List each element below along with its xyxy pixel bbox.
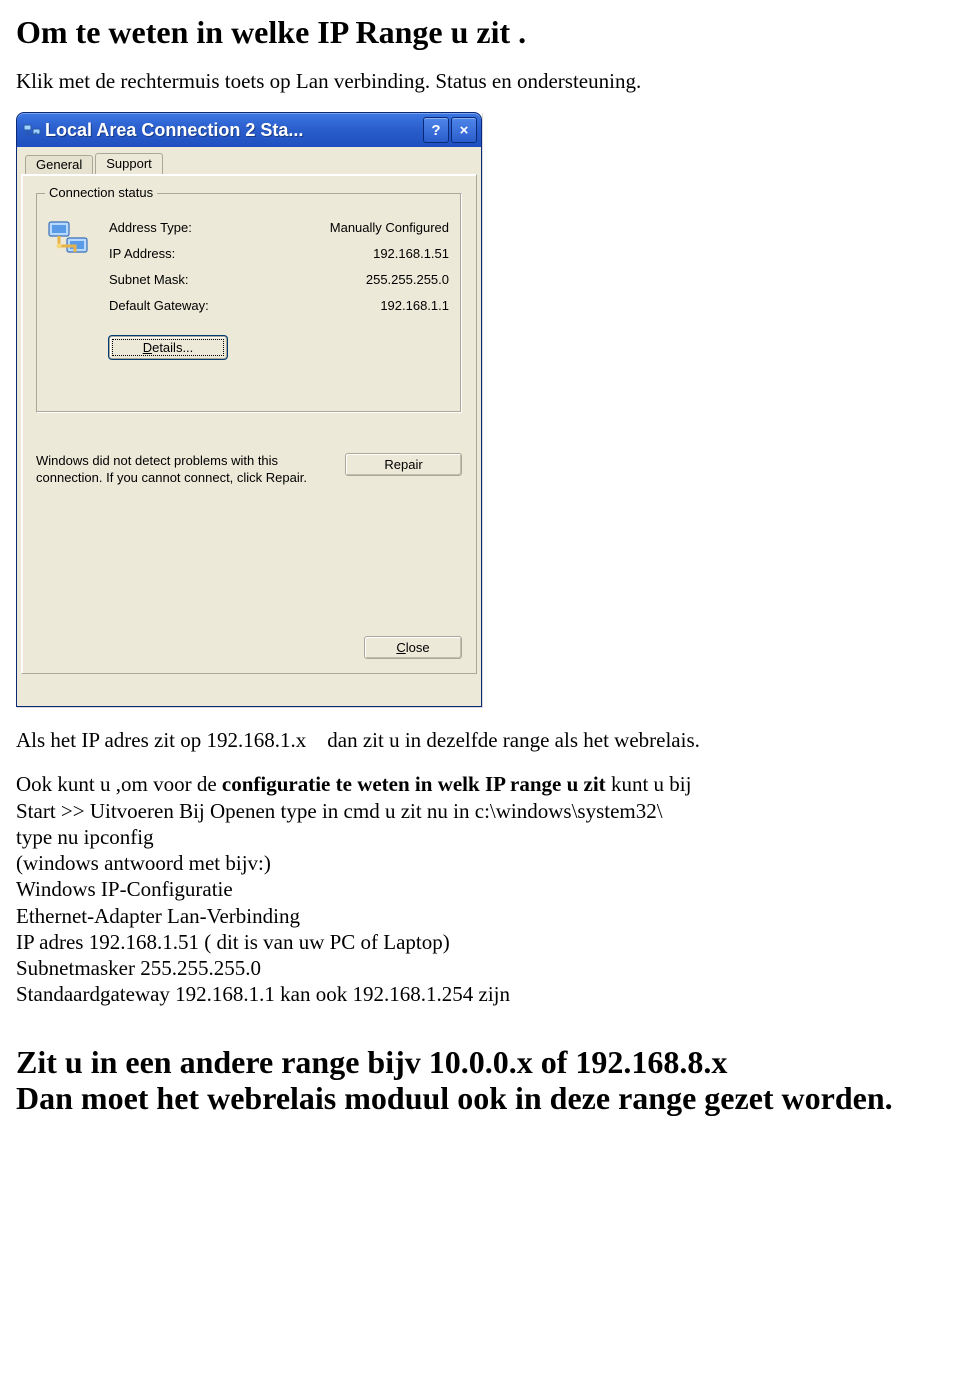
intro-text: Klik met de rechtermuis toets op Lan ver… — [16, 69, 944, 94]
tab-panel: Connection status Address Type: Manual — [21, 174, 477, 674]
repair-button[interactable]: Repair — [345, 453, 462, 476]
titlebar-text: Local Area Connection 2 Sta... — [45, 120, 423, 141]
tab-support[interactable]: Support — [95, 153, 163, 175]
group-title: Connection status — [45, 185, 157, 200]
page-heading: Om te weten in welke IP Range u zit . — [16, 14, 944, 51]
value-address-type: Manually Configured — [330, 220, 449, 235]
row-subnet-mask: Subnet Mask: 255.255.255.0 — [109, 266, 449, 292]
dialog-body: General Support Connection status — [16, 147, 482, 707]
row-default-gateway: Default Gateway: 192.168.1.1 — [109, 292, 449, 318]
network-icon — [23, 121, 41, 139]
status-dialog: Local Area Connection 2 Sta... ? × Gener… — [16, 112, 482, 707]
titlebar-close-button[interactable]: × — [451, 117, 477, 143]
connection-icon — [45, 216, 93, 264]
row-ip-address: IP Address: 192.168.1.51 — [109, 240, 449, 266]
diagnostic-row: Windows did not detect problems with thi… — [36, 453, 462, 487]
ipconfig-instructions: Ook kunt u ,om voor de configuratie te w… — [16, 771, 944, 1007]
label-default-gateway: Default Gateway: — [109, 298, 209, 313]
label-ip-address: IP Address: — [109, 246, 175, 261]
titlebar[interactable]: Local Area Connection 2 Sta... ? × — [16, 112, 482, 147]
label-subnet-mask: Subnet Mask: — [109, 272, 189, 287]
after-ip-line: Als het IP adres zit op 192.168.1.x dan … — [16, 727, 944, 753]
label-address-type: Address Type: — [109, 220, 192, 235]
details-button[interactable]: Details... — [109, 336, 227, 359]
value-default-gateway: 192.168.1.1 — [380, 298, 449, 313]
connection-status-group: Connection status Address Type: Manual — [36, 193, 462, 413]
close-button[interactable]: Close — [364, 636, 462, 659]
diagnostic-text: Windows did not detect problems with thi… — [36, 453, 333, 487]
titlebar-help-button[interactable]: ? — [423, 117, 449, 143]
value-ip-address: 192.168.1.51 — [373, 246, 449, 261]
value-subnet-mask: 255.255.255.0 — [366, 272, 449, 287]
row-address-type: Address Type: Manually Configured — [109, 214, 449, 240]
footer-heading: Zit u in een andere range bijv 10.0.0.x … — [16, 1044, 944, 1118]
